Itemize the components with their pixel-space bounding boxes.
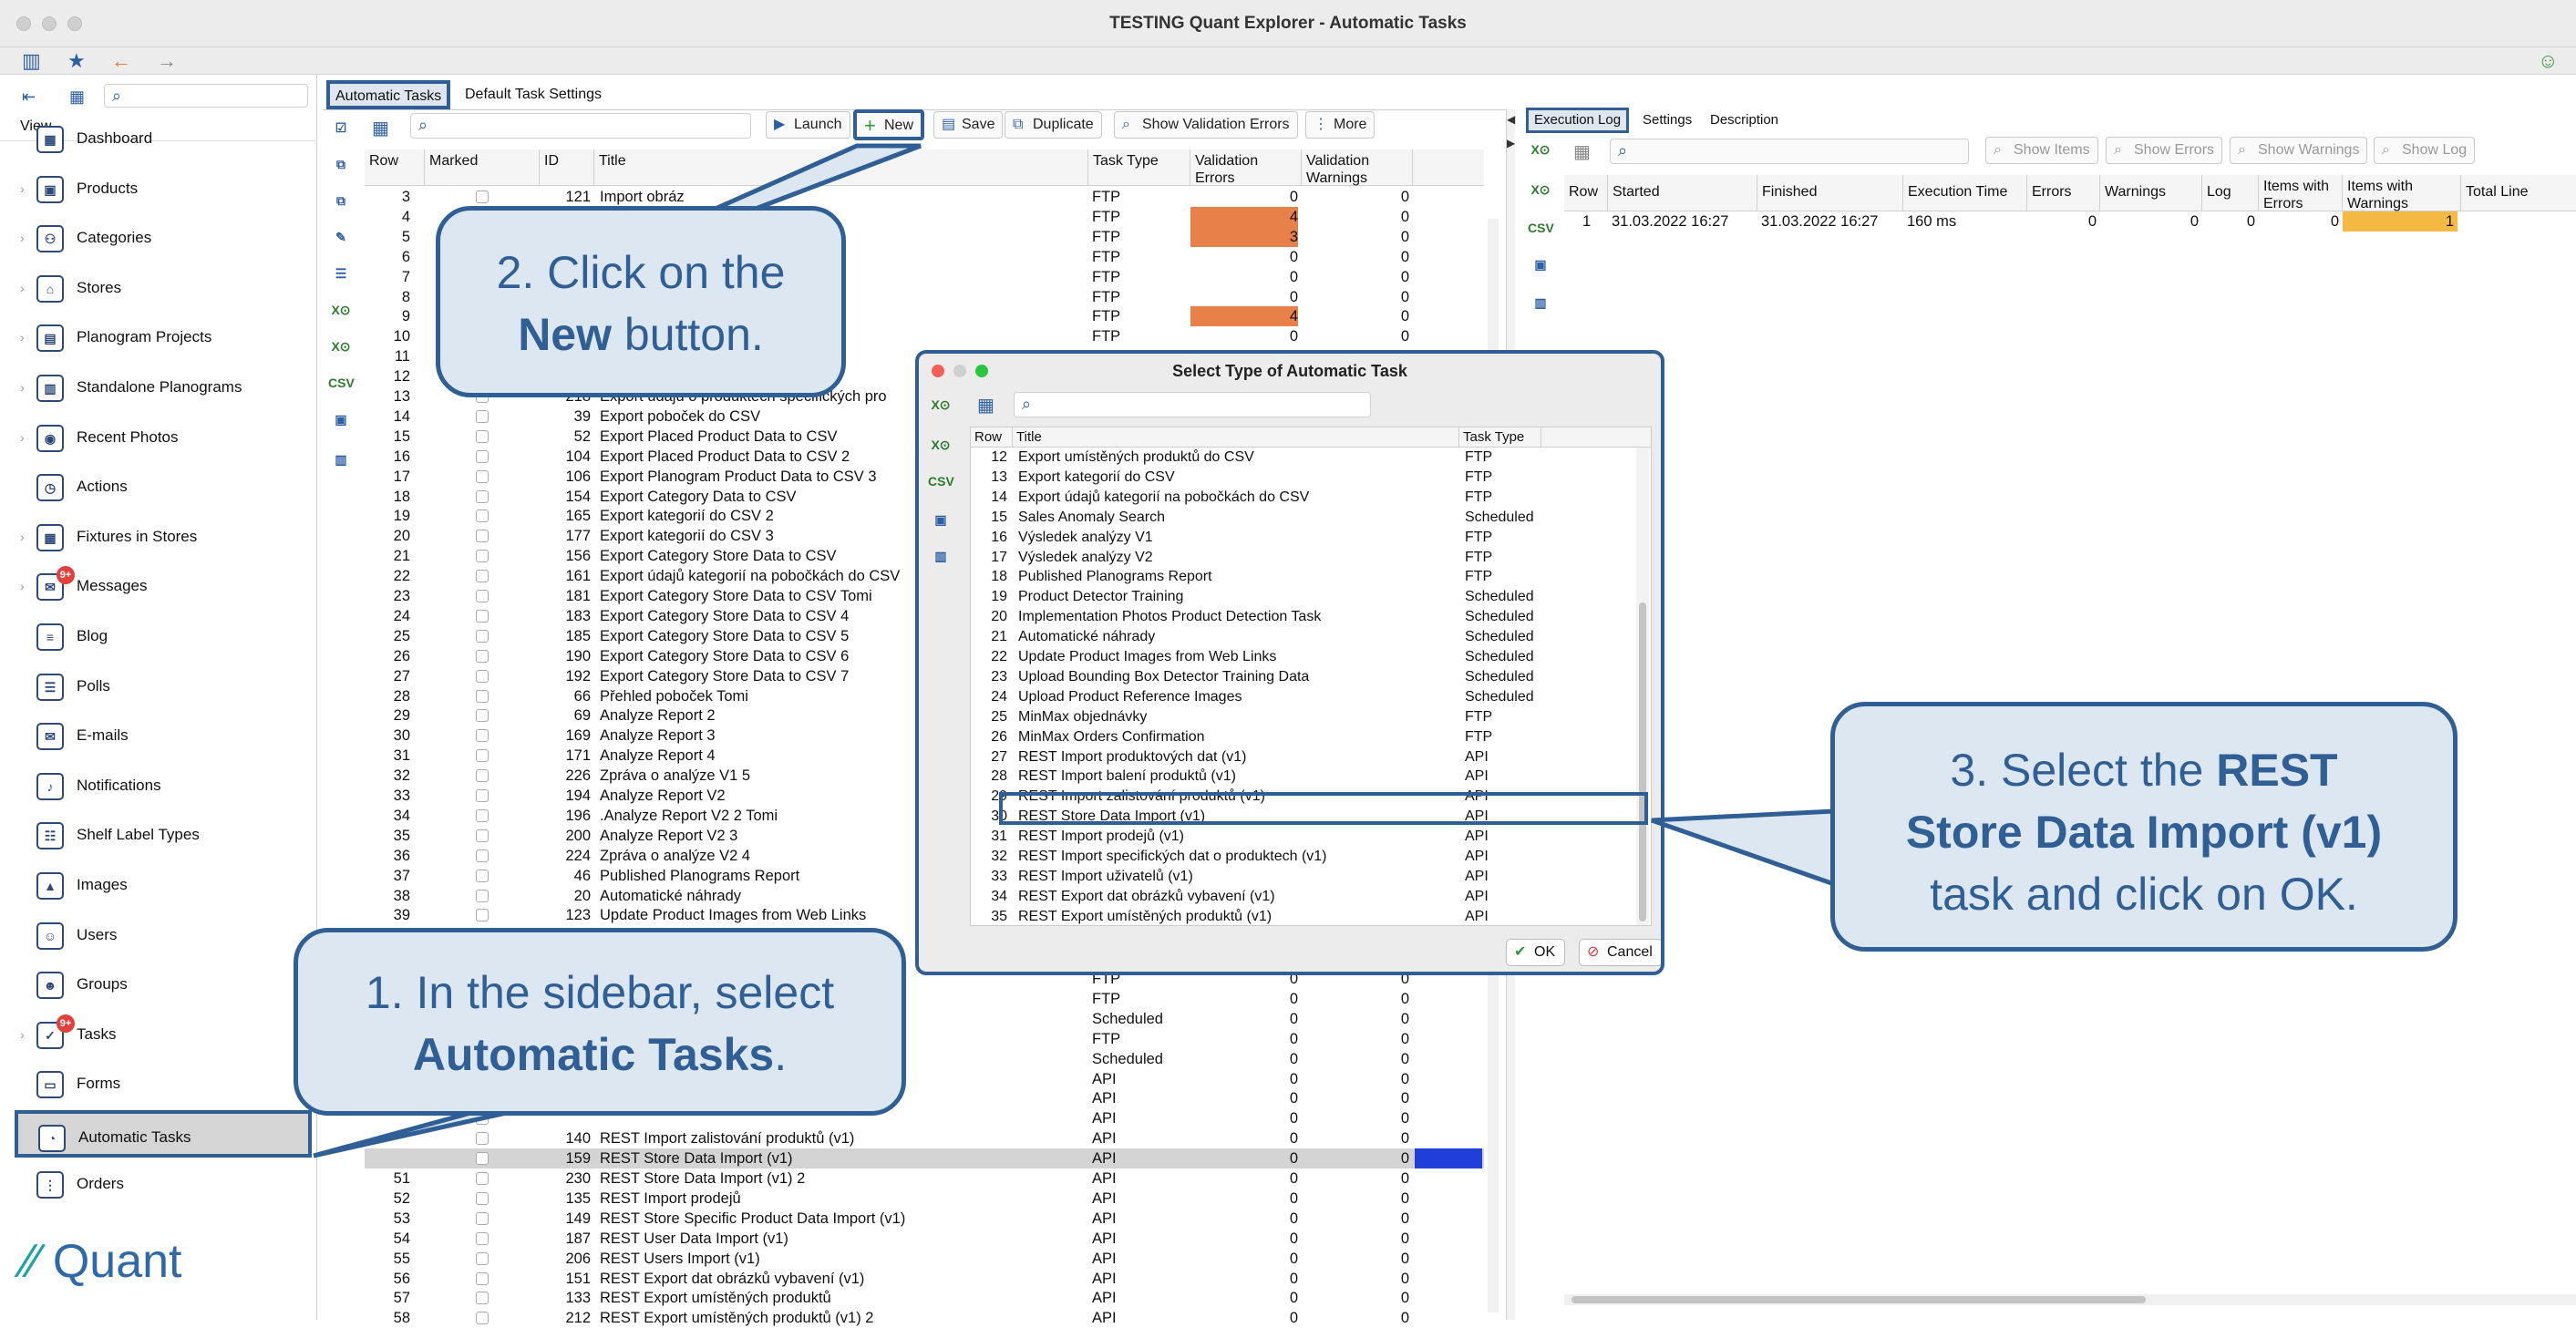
callout-1-pointer — [313, 1109, 511, 1158]
callout-select-sidebar: 1. In the sidebar, select Automatic Task… — [294, 928, 906, 1116]
callout-2-end: button. — [612, 309, 764, 360]
callout-1-end: . — [774, 1029, 788, 1080]
callout-1-line1: 1. In the sidebar, select — [365, 967, 835, 1018]
callout-select-rest-task: 3. Select the REST Store Data Import (v1… — [1830, 702, 2458, 952]
callout-pointers — [313, 143, 1837, 1158]
callout-2-bold: New — [518, 309, 612, 360]
callout-3-bold1: REST — [2216, 745, 2338, 796]
callout-3-pointer — [1651, 808, 1837, 888]
callout-3-line1: 3. Select the — [1950, 745, 2217, 796]
callout-1-bold: Automatic Tasks — [412, 1029, 775, 1080]
callout-click-new: 2. Click on the New button. — [436, 206, 846, 397]
callout-3-bold2: Store Data Import (v1) — [1905, 807, 2383, 858]
callout-3-line3: task and click on OK. — [1930, 869, 2358, 920]
callout-2-line1: 2. Click on the — [496, 247, 786, 298]
